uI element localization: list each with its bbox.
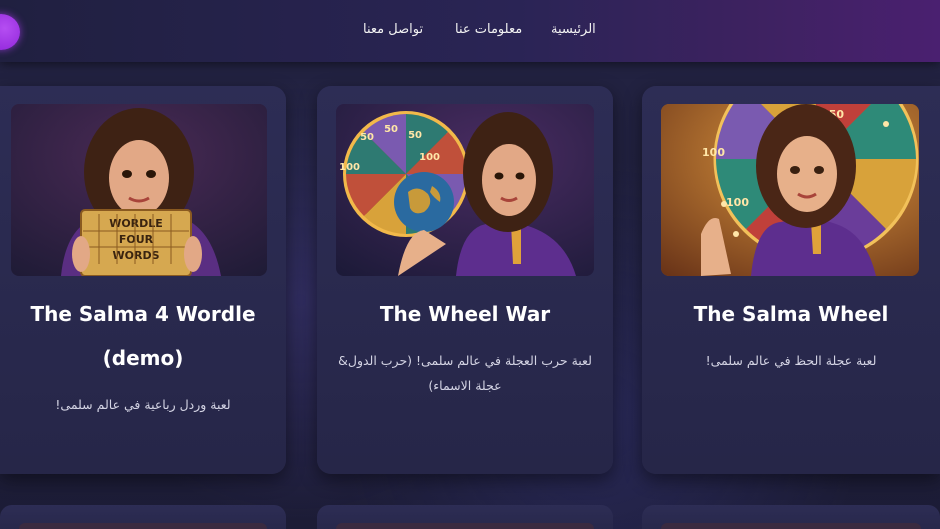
game-card-salma-wheel[interactable]: 50 100 100 The Salma Wheel لعبة عجلة الح…: [642, 86, 940, 474]
svg-text:100: 100: [702, 146, 725, 159]
game-card-next-row[interactable]: [642, 505, 940, 529]
nav-about-link[interactable]: معلومات عنا: [455, 22, 522, 37]
svg-text:100: 100: [726, 196, 749, 209]
nav-contact-link[interactable]: تواصل معنا: [363, 22, 423, 37]
wheel-war-image[interactable]: 50 50 50 100 100: [336, 104, 594, 276]
card-description: لعبة حرب العجلة في عالم سلمى! (حرب الدول…: [338, 353, 592, 393]
salma-wordle-illustration: WORDLE FOUR WORDS: [11, 104, 267, 276]
wheel-number: 50: [360, 132, 374, 143]
card-title[interactable]: The Wheel War: [317, 292, 613, 336]
wheel-number: 50: [408, 130, 422, 141]
salma-wheel-illustration: 50 100 100: [661, 104, 919, 276]
card-image-preview: [336, 523, 594, 529]
game-card-salma-wordle[interactable]: WORDLE FOUR WORDS The Salma 4 Wordle (de…: [0, 86, 286, 474]
card-image-preview: [661, 523, 921, 529]
card-description: لعبة وردل رباعية في عالم سلمى!: [55, 397, 231, 412]
salma-wordle-image[interactable]: WORDLE FOUR WORDS: [11, 104, 267, 276]
game-card-wheel-war[interactable]: 50 50 50 100 100 The Wheel War لعبة حرب …: [317, 86, 613, 474]
wheel-war-illustration: 50 50 50 100 100: [336, 104, 594, 276]
brand-logo-button[interactable]: [0, 14, 20, 50]
card-title[interactable]: The Salma Wheel: [642, 292, 940, 336]
salma-wheel-image[interactable]: 50 100 100: [661, 104, 919, 276]
wordle-tile-row: FOUR: [119, 233, 154, 246]
wheel-number: 100: [339, 162, 360, 173]
top-navbar: الرئيسية معلومات عنا تواصل معنا: [0, 0, 940, 62]
game-card-next-row[interactable]: [317, 505, 613, 529]
wheel-number: 50: [384, 124, 398, 135]
wheel-number: 100: [419, 152, 440, 163]
nav-home-link[interactable]: الرئيسية: [551, 22, 596, 37]
game-card-next-row[interactable]: [0, 505, 286, 529]
card-description: لعبة عجلة الحظ في عالم سلمى!: [705, 353, 877, 368]
card-title[interactable]: The Salma 4 Wordle (demo): [0, 292, 286, 380]
card-image-preview: [19, 523, 267, 529]
